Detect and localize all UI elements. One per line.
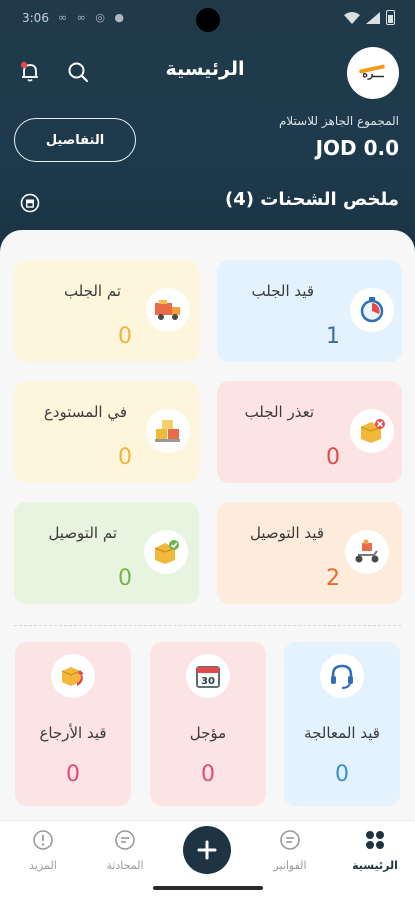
card-postponed[interactable]: 30 مؤجل 0 [150,642,266,806]
card-count: 2 [326,566,340,591]
company-logo: ـــرة [347,47,399,99]
camera-cutout [196,8,220,32]
headset-icon [320,654,364,698]
home-indicator [153,886,263,890]
card-label: قيد المعالجة [304,724,380,742]
box-check-icon [144,530,188,574]
grid-icon [366,831,384,849]
card-pickup-pending[interactable]: قيد الجلب 1 [217,260,402,362]
card-in-warehouse[interactable]: في المستودع 0 [14,381,199,483]
calendar-icon: 30 [186,654,230,698]
wifi-icon [344,11,360,24]
details-button[interactable]: التفاصيل [14,118,136,162]
card-count: 0 [201,762,215,787]
signal-icon [366,11,380,24]
nav-home[interactable]: الرئيسية [340,829,410,872]
notification-icons: ∞ ∞ ◎ ● [58,11,128,24]
card-count: 0 [335,762,349,787]
card-label: قيد التوصيل [250,524,324,542]
battery-icon [386,10,395,25]
chat-icon [115,830,135,850]
nav-more[interactable]: المزيد [8,829,78,872]
card-label: مؤجل [189,724,227,742]
warehouse-icon [146,409,190,453]
card-label: قيد الجلب [251,282,314,300]
scooter-icon [345,530,389,574]
card-label: في المستودع [43,403,127,421]
truck-icon [146,288,190,332]
card-picked-up[interactable]: تم الجلب 0 [14,260,199,362]
card-pickup-failed[interactable]: تعذر الجلب 0 [217,381,402,483]
box-x-icon [350,409,394,453]
nav-label: الرئيسية [352,859,398,872]
card-out-for-delivery[interactable]: قيد التوصيل 2 [217,502,402,604]
svg-text:30: 30 [201,676,215,687]
nav-label: الفواتير [273,859,307,872]
bell-icon[interactable] [18,60,42,84]
card-processing[interactable]: قيد المعالجة 0 [284,642,400,806]
card-label: تم التوصيل [48,524,117,542]
ready-label: المجموع الجاهز للاستلام [278,114,399,128]
card-count: 0 [118,566,132,591]
status-time: 3:06 [22,11,49,25]
card-delivered[interactable]: تم التوصيل 0 [14,502,199,604]
timer-icon [350,288,394,332]
card-label: تم الجلب [63,282,121,300]
page-title: الرئيسية [165,58,245,80]
archive-icon[interactable] [20,193,40,213]
add-shipment-button[interactable] [183,826,231,874]
search-icon[interactable] [66,60,90,84]
nav-label: المحادثة [106,859,144,872]
dashed-divider [14,625,401,626]
nav-label: المزيد [29,859,57,872]
nav-invoices[interactable]: الفواتير [255,829,325,872]
box-return-icon [51,654,95,698]
card-label: تعذر الجلب [244,403,314,421]
invoice-icon [280,830,300,850]
ready-amount: JOD 0.0 [315,136,399,160]
card-count: 0 [66,762,80,787]
card-count: 0 [326,445,340,470]
summary-title: ملخص الشحنات (4) [225,189,399,210]
plus-icon [197,840,217,860]
header: 3:06 ∞ ∞ ◎ ● الرئيسية ـــرة التفاصيل الم… [0,0,415,260]
more-icon [33,830,53,850]
card-returning[interactable]: قيد الأرجاع 0 [15,642,131,806]
card-count: 0 [118,324,132,349]
card-count: 1 [326,324,340,349]
card-count: 0 [118,445,132,470]
card-label: قيد الأرجاع [39,724,107,742]
nav-chat[interactable]: المحادثة [90,829,160,872]
status-bar: 3:06 ∞ ∞ ◎ ● [0,0,415,36]
status-right [344,10,395,25]
